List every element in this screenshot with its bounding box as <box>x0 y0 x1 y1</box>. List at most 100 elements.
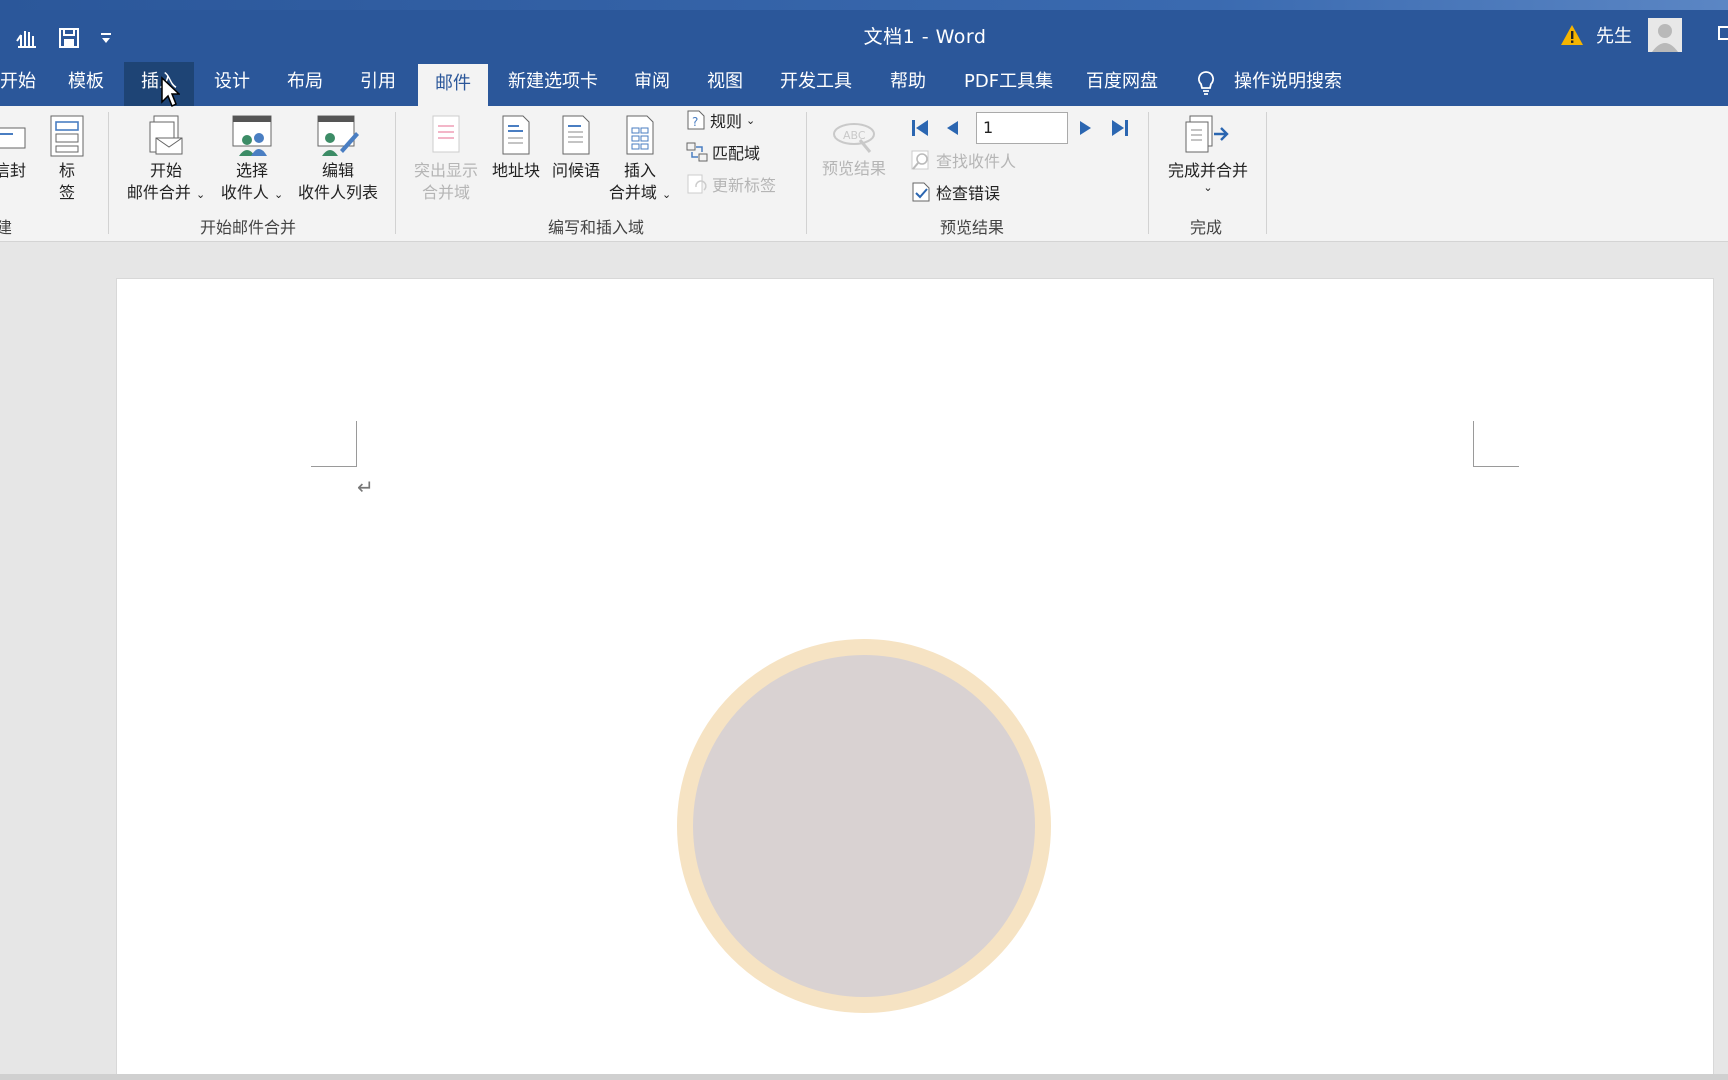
title-strip <box>0 0 1728 10</box>
check-errors-label: 检查错误 <box>936 184 1001 203</box>
last-record-button[interactable] <box>1110 114 1134 142</box>
envelopes-label: 信封 <box>0 161 26 180</box>
tab-templates[interactable]: 模板 <box>56 62 116 106</box>
tab-pdf-tools[interactable]: PDF工具集 <box>952 62 1065 106</box>
tab-view[interactable]: 视图 <box>695 62 755 106</box>
select-recipients-line2: 收件人 <box>220 183 269 202</box>
group-label-write-insert-fields: 编写和插入域 <box>548 218 645 237</box>
rules-icon: ? <box>687 110 705 130</box>
group-separator <box>1148 112 1149 234</box>
finish-merge-label: 完成并合并 <box>1167 161 1248 180</box>
insert-merge-field-line2: 合并域 <box>608 183 657 202</box>
document-page[interactable]: ↵ <box>116 278 1714 1080</box>
labels-label-line1: 标 <box>58 161 75 180</box>
edit-recipient-list-line1: 编辑 <box>321 161 354 180</box>
insert-merge-field-line1: 插入 <box>623 161 656 180</box>
group-label-create: 建 <box>0 218 13 237</box>
update-labels-button[interactable]: 更新标签 <box>686 170 776 198</box>
start-mail-merge-line1: 开始 <box>149 161 182 180</box>
preview-results-button[interactable]: ABC 预览结果 <box>814 120 894 180</box>
chevron-down-icon: ⌄ <box>661 188 672 201</box>
tab-mailings[interactable]: 邮件 <box>418 64 488 108</box>
greeting-line-button[interactable]: 问候语 <box>546 114 606 182</box>
address-block-button[interactable]: 地址块 <box>486 114 546 182</box>
status-bar-edge <box>0 1074 1728 1080</box>
group-separator <box>108 112 109 234</box>
tab-references[interactable]: 引用 <box>348 62 408 106</box>
rules-button[interactable]: ? 规则 ⌄ <box>686 106 755 134</box>
group-label-start-mail-merge: 开始邮件合并 <box>200 218 297 237</box>
next-record-icon <box>1080 121 1091 135</box>
cursor-highlight-circle <box>677 639 1051 1013</box>
labels-button[interactable]: 标 签 <box>44 114 90 204</box>
restore-window-icon[interactable] <box>1718 26 1728 40</box>
crop-mark-right <box>1473 421 1519 467</box>
select-recipients-line1: 选择 <box>235 161 268 180</box>
update-labels-icon <box>687 174 707 194</box>
avatar[interactable] <box>1648 18 1682 52</box>
highlight-merge-fields-line1: 突出显示 <box>413 161 478 180</box>
highlight-merge-fields-button[interactable]: 突出显示 合并域 <box>406 114 486 204</box>
start-mail-merge-button[interactable]: 开始 邮件合并 ⌄ <box>122 114 210 206</box>
find-recipient-button[interactable]: 查找收件人 <box>910 146 1016 174</box>
insert-merge-field-button[interactable]: 插入 合并域 ⌄ <box>606 114 674 206</box>
labels-label-line2: 签 <box>58 183 75 202</box>
group-separator <box>395 112 396 234</box>
mouse-pointer-icon <box>161 76 180 108</box>
preview-results-label: 预览结果 <box>821 159 886 178</box>
previous-record-button[interactable] <box>944 114 964 142</box>
tell-me-search[interactable]: 操作说明搜索 <box>1222 62 1354 106</box>
warning-icon[interactable] <box>1560 24 1584 50</box>
group-label-finish: 完成 <box>1190 218 1223 237</box>
tab-insert[interactable]: 插入 <box>124 62 194 106</box>
finish-merge-button[interactable]: 完成并合并 ⌄ <box>1158 114 1258 194</box>
previous-record-icon <box>947 121 958 135</box>
rules-label: 规则 <box>710 112 743 131</box>
next-record-button[interactable] <box>1078 114 1098 142</box>
start-mail-merge-line2: 邮件合并 <box>126 183 191 202</box>
svg-text:ABC: ABC <box>843 129 866 142</box>
lightbulb-icon[interactable] <box>1196 70 1216 100</box>
group-separator <box>806 112 807 234</box>
tab-layout[interactable]: 布局 <box>275 62 335 106</box>
edit-recipient-list-line2: 收件人列表 <box>297 183 378 202</box>
title-bar: 文档1 - Word 先生 <box>0 0 1728 66</box>
match-fields-button[interactable]: 匹配域 <box>686 138 760 166</box>
tab-review[interactable]: 审阅 <box>622 62 682 106</box>
ribbon-tabs: 开始 模板 插入 设计 布局 引用 邮件 新建选项卡 审阅 视图 开发工具 帮助… <box>0 62 1728 108</box>
edit-recipient-list-button[interactable]: 编辑 收件人列表 <box>292 114 384 204</box>
match-fields-label: 匹配域 <box>712 144 761 163</box>
window-title: 文档1 - Word <box>863 26 987 48</box>
match-fields-icon <box>686 142 708 162</box>
highlight-merge-fields-line2: 合并域 <box>421 183 470 202</box>
chevron-down-icon: ⌄ <box>746 113 756 127</box>
find-recipient-label: 查找收件人 <box>936 152 1017 171</box>
tab-help[interactable]: 帮助 <box>878 62 938 106</box>
chevron-down-icon: ⌄ <box>273 188 284 201</box>
first-record-icon <box>912 120 928 136</box>
group-label-preview-results: 预览结果 <box>940 218 1005 237</box>
address-block-label: 地址块 <box>491 161 540 180</box>
chevron-down-icon: ⌄ <box>195 188 206 201</box>
user-name[interactable]: 先生 <box>1596 22 1632 48</box>
greeting-line-label: 问候语 <box>551 161 600 180</box>
tab-baidu-netdisk[interactable]: 百度网盘 <box>1074 62 1170 106</box>
paragraph-mark: ↵ <box>357 475 374 499</box>
last-record-icon <box>1112 120 1128 136</box>
select-recipients-button[interactable]: 选择 收件人 ⌄ <box>212 114 292 206</box>
find-recipient-icon <box>911 150 929 170</box>
ribbon: 信封 标 签 建 开始 邮件合并 ⌄ 选择 收件人 ⌄ 编辑 收件人列表 开始邮… <box>0 106 1728 242</box>
crop-mark-left <box>311 421 357 467</box>
tab-home[interactable]: 开始 <box>0 62 48 106</box>
update-labels-label: 更新标签 <box>712 176 777 195</box>
envelopes-button[interactable]: 信封 <box>0 114 30 182</box>
record-number-input[interactable]: 1 <box>976 112 1068 144</box>
tab-design[interactable]: 设计 <box>202 62 262 106</box>
tab-developer[interactable]: 开发工具 <box>768 62 864 106</box>
svg-text:?: ? <box>692 115 698 129</box>
tab-new-tab[interactable]: 新建选项卡 <box>496 62 610 106</box>
group-separator <box>1266 112 1267 234</box>
check-errors-icon <box>912 182 930 202</box>
first-record-button[interactable] <box>910 114 934 142</box>
check-errors-button[interactable]: 检查错误 <box>910 178 1000 206</box>
